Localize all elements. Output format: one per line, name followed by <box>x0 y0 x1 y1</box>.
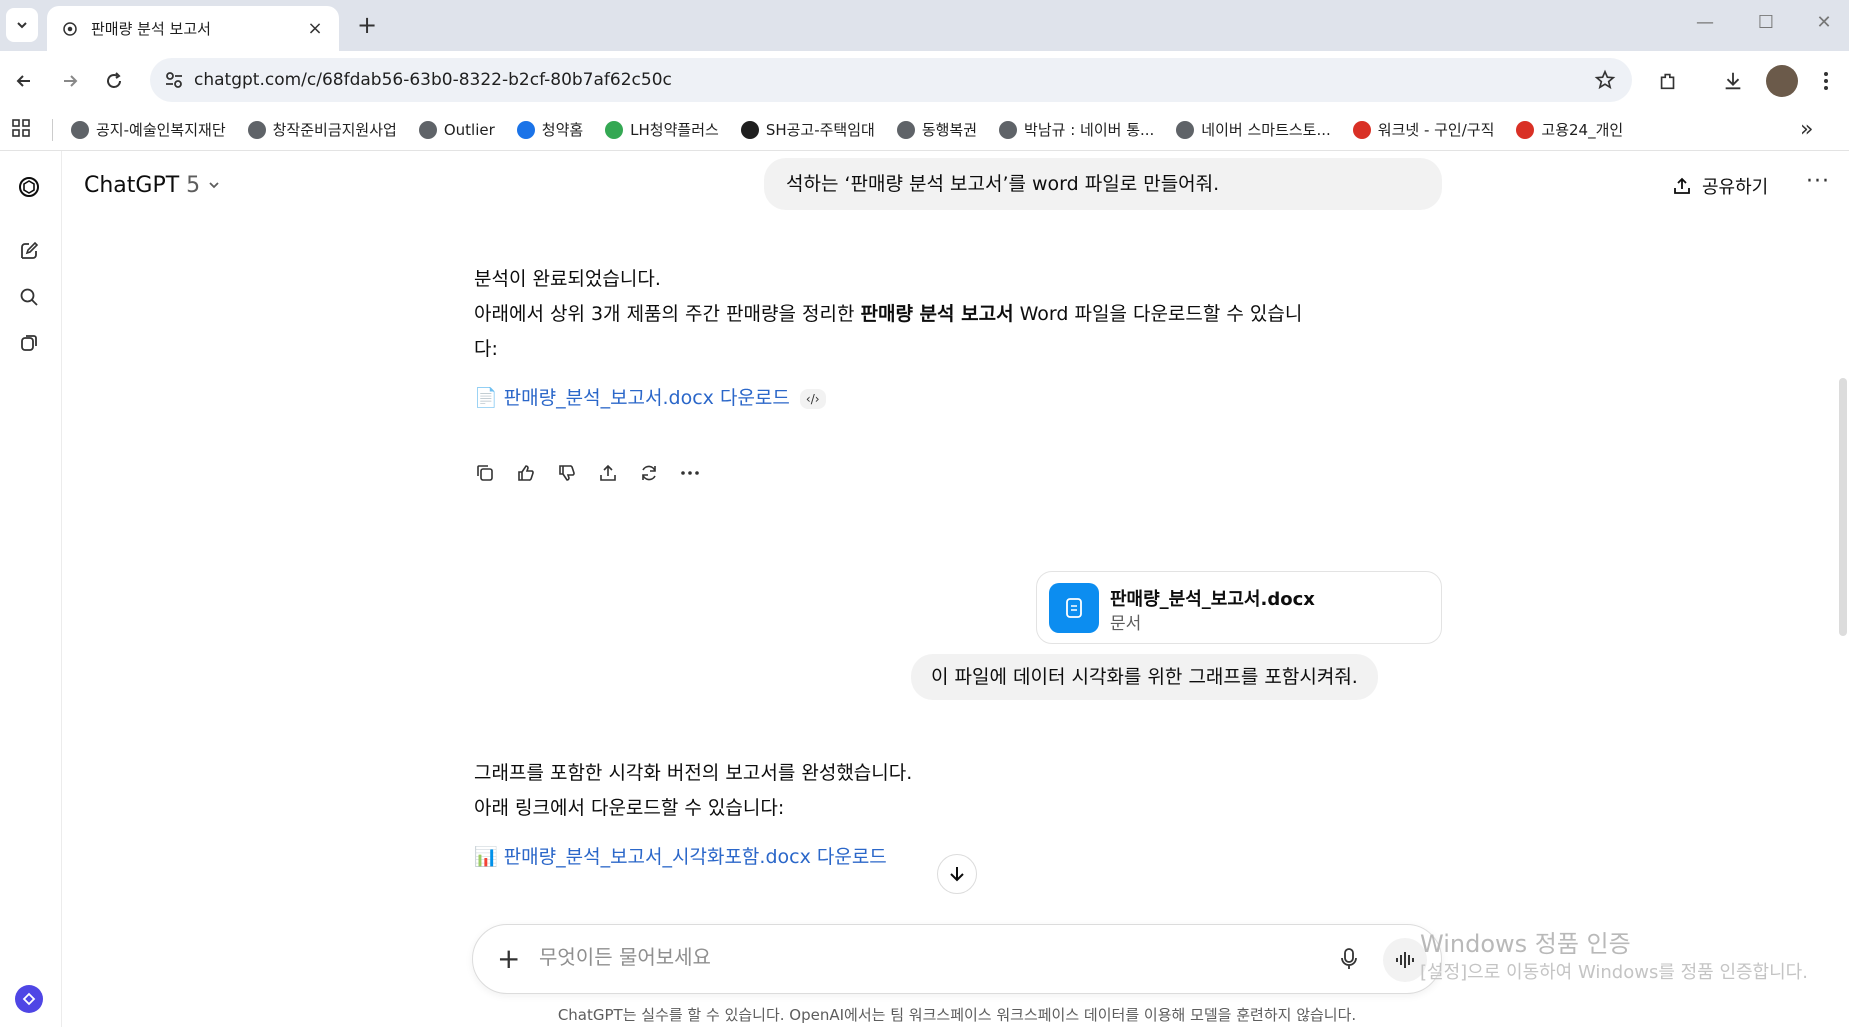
share-button[interactable]: 공유하기 <box>1672 173 1768 199</box>
windows-activation-title: Windows 정품 인증 <box>1420 930 1631 958</box>
bookmarks-overflow-button[interactable]: » <box>1800 117 1813 142</box>
bookmark-item[interactable]: 박남규 : 네이버 통... <box>999 119 1154 140</box>
tab-close-button[interactable]: × <box>305 18 325 39</box>
new-chat-icon[interactable] <box>17 239 41 263</box>
url-text: chatgpt.com/c/68fdab56-63b0-8322-b2cf-80… <box>194 70 672 90</box>
downloads-button[interactable] <box>1719 67 1747 95</box>
bookmark-star-icon[interactable] <box>1594 69 1616 91</box>
bookmark-item[interactable]: 청약홈 <box>516 119 583 140</box>
chat-sidebar <box>0 151 62 1027</box>
arrow-right-icon <box>64 75 78 87</box>
document-icon: 📄 <box>474 387 498 409</box>
tab-strip: 판매량 분석 보고서 × + — ☐ ✕ <box>0 0 1849 51</box>
chevron-down-icon <box>209 182 219 189</box>
scroll-to-bottom-button[interactable] <box>937 854 977 894</box>
korea-flag-icon <box>1352 120 1371 139</box>
document-icon <box>1049 583 1099 633</box>
download-report-link[interactable]: 판매량_분석_보고서.docx 다운로드 <box>504 381 790 416</box>
bookmark-item[interactable]: 워크넷 - 구인/구직 <box>1352 119 1494 140</box>
browser-menu-button[interactable] <box>1812 67 1840 95</box>
waveform-icon <box>1396 952 1414 968</box>
bookmark-item[interactable]: 고용24_개인 <box>1516 119 1623 140</box>
korea-flag-icon <box>1516 120 1535 139</box>
window-close-button[interactable]: ✕ <box>1809 12 1839 33</box>
upgrade-icon[interactable] <box>15 985 43 1013</box>
reload-icon <box>107 72 121 88</box>
back-button[interactable] <box>10 67 38 95</box>
file-name: 판매량_분석_보고서.docx <box>1110 589 1315 610</box>
arrow-left-icon <box>16 75 30 87</box>
tab-search-button[interactable] <box>6 8 38 42</box>
maximize-button[interactable]: ☐ <box>1751 12 1781 33</box>
forward-button[interactable] <box>56 67 84 95</box>
library-icon[interactable] <box>17 331 41 355</box>
assistant-message: 분석이 완료되었습니다. 아래에서 상위 3개 제품의 주간 판매량을 정리한 … <box>474 262 1302 416</box>
download-visual-report-link[interactable]: 판매량_분석_보고서_시각화포함.docx 다운로드 <box>504 840 887 875</box>
download-icon <box>1725 72 1741 90</box>
scrollbar-thumb[interactable] <box>1839 378 1847 636</box>
browser-toolbar: chatgpt.com/c/68fdab56-63b0-8322-b2cf-80… <box>0 51 1849 109</box>
new-tab-button[interactable]: + <box>352 10 382 40</box>
kebab-menu-icon <box>1824 72 1828 90</box>
thumbs-down-icon[interactable] <box>554 460 580 486</box>
bookmark-item[interactable]: 네이버 스마트스토... <box>1176 119 1331 140</box>
thumbs-up-icon[interactable] <box>513 460 539 486</box>
bookmark-item[interactable]: 창작준비금지원사업 <box>247 119 397 140</box>
share-icon <box>1674 177 1690 194</box>
puzzle-icon <box>1660 73 1675 90</box>
cheongyak-logo-icon <box>516 120 535 139</box>
reload-button[interactable] <box>100 67 128 95</box>
address-bar[interactable]: chatgpt.com/c/68fdab56-63b0-8322-b2cf-80… <box>150 58 1632 102</box>
chart-icon: 📊 <box>474 846 498 868</box>
tab-title: 판매량 분석 보고서 <box>91 20 211 38</box>
bookmark-item[interactable]: LH청약플러스 <box>605 119 719 140</box>
message-actions <box>472 460 718 486</box>
globe-icon <box>1176 120 1195 139</box>
share-icon[interactable] <box>595 460 621 486</box>
apps-grid-icon[interactable] <box>12 118 30 141</box>
chevron-down-icon <box>17 22 27 29</box>
bookmark-item[interactable]: 동행복권 <box>896 119 977 140</box>
bookmark-item[interactable]: Outlier <box>418 120 495 139</box>
conversation-options-button[interactable]: ··· <box>1806 169 1830 194</box>
extensions-button[interactable] <box>1654 67 1682 95</box>
arrow-down-icon <box>950 867 964 882</box>
file-type: 문서 <box>1110 614 1142 634</box>
more-actions-icon[interactable] <box>677 460 703 486</box>
bookmark-item[interactable]: SH공고-주택임대 <box>740 119 875 140</box>
sh-logo-icon <box>740 120 759 139</box>
user-message: 이 파일에 데이터 시각화를 위한 그래프를 포함시켜줘. <box>911 654 1378 700</box>
copy-icon[interactable] <box>472 460 498 486</box>
browser-tab[interactable]: 판매량 분석 보고서 × <box>47 6 339 51</box>
bookmarks-bar: 공지-예술인복지재단 창작준비금지원사업 Outlier 청약홈 LH청약플러스… <box>0 109 1849 151</box>
user-message: 석하는 ‘판매량 분석 보고서’를 word 파일로 만들어줘. <box>764 158 1442 210</box>
globe-icon <box>71 120 89 139</box>
prompt-input[interactable] <box>539 945 1139 969</box>
site-settings-icon[interactable] <box>164 70 184 90</box>
message-composer: + <box>472 924 1442 994</box>
profile-avatar[interactable] <box>1766 65 1798 97</box>
bookmark-item[interactable]: 공지-예술인복지재단 <box>71 119 226 140</box>
microphone-icon[interactable] <box>1339 947 1359 975</box>
globe-icon <box>896 120 915 139</box>
search-icon[interactable] <box>17 285 41 309</box>
regenerate-icon[interactable] <box>636 460 662 486</box>
globe-icon <box>418 120 437 139</box>
model-selector[interactable]: ChatGPT 5 <box>84 173 221 198</box>
disclaimer-text: ChatGPT는 실수를 할 수 있습니다. OpenAI에서는 팀 워크스페이… <box>557 1006 1357 1024</box>
attached-file-card[interactable]: 판매량_분석_보고서.docx 문서 <box>1036 571 1442 644</box>
windows-activation-subtitle: [설정]으로 이동하여 Windows를 정품 인증합니다. <box>1420 962 1808 983</box>
openai-logo-icon[interactable] <box>17 175 41 199</box>
minimize-button[interactable]: — <box>1690 12 1720 33</box>
code-icon[interactable]: ‹/› <box>799 388 826 409</box>
globe-icon <box>247 120 266 139</box>
assistant-message: 그래프를 포함한 시각화 버전의 보고서를 완성했습니다. 아래 링크에서 다운… <box>474 756 912 875</box>
openai-logo-icon <box>63 21 77 36</box>
lh-logo-icon <box>605 120 624 139</box>
attach-button[interactable]: + <box>497 942 520 975</box>
globe-icon <box>999 120 1018 139</box>
